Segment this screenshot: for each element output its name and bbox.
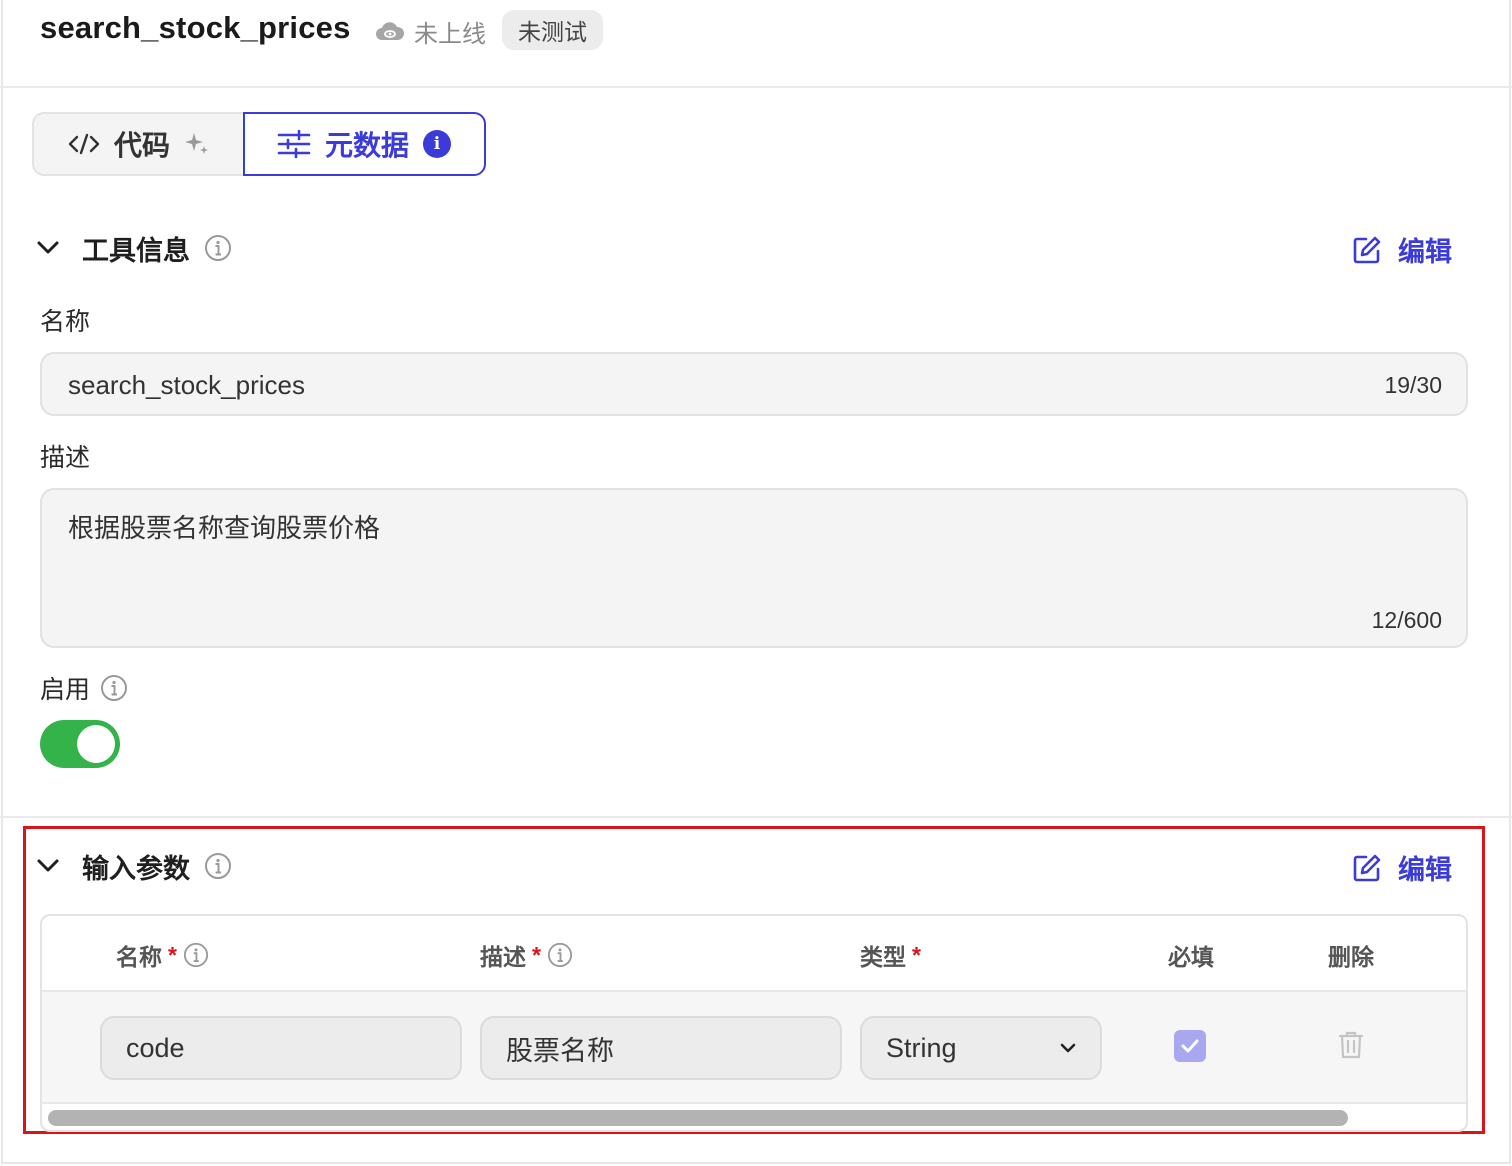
- table-header: 名称 * 描述 * 类型 * 必填 删除: [42, 916, 1466, 992]
- section-divider: [0, 816, 1512, 818]
- description-field[interactable]: 根据股票名称查询股票价格 12/600: [40, 488, 1468, 648]
- toggle-knob: [77, 725, 115, 763]
- trash-icon[interactable]: [1338, 1030, 1364, 1060]
- page-header: search_stock_prices 未上线 未测试: [0, 0, 1512, 88]
- description-label: 描述: [40, 444, 91, 472]
- description-char-count: 12/600: [1371, 607, 1442, 633]
- name-label: 名称: [40, 308, 91, 336]
- tool-info-edit-button[interactable]: 编辑: [1352, 230, 1452, 269]
- test-status-badge: 未测试: [502, 10, 603, 50]
- required-mark: *: [532, 941, 541, 968]
- tool-title: search_stock_prices: [40, 10, 351, 45]
- input-params-edit-button[interactable]: 编辑: [1352, 848, 1452, 887]
- deploy-status: 未上线: [374, 14, 486, 49]
- param-type-value: String: [886, 1032, 957, 1063]
- column-header-name: 名称 *: [116, 938, 209, 972]
- info-icon[interactable]: [204, 852, 232, 880]
- required-mark: *: [912, 941, 921, 968]
- cloud-icon: [374, 20, 406, 44]
- chevron-down-icon[interactable]: [36, 854, 60, 878]
- name-field[interactable]: search_stock_prices 19/30: [40, 352, 1468, 416]
- param-description-input[interactable]: 股票名称: [480, 1016, 842, 1080]
- info-icon[interactable]: [204, 234, 232, 262]
- table-row: code 股票名称 String: [42, 992, 1466, 1104]
- info-icon[interactable]: [547, 942, 573, 968]
- column-name-label: 名称: [116, 944, 162, 970]
- edit-icon: [1352, 235, 1382, 265]
- column-header-type: 类型 *: [860, 938, 921, 972]
- input-params-header[interactable]: 输入参数: [36, 844, 232, 888]
- enable-toggle[interactable]: [40, 720, 120, 768]
- param-name-input[interactable]: code: [100, 1016, 462, 1080]
- enable-label-row: 启用: [40, 670, 128, 706]
- tool-info-edit-label: 编辑: [1398, 237, 1452, 267]
- tab-metadata[interactable]: 元数据 i: [243, 112, 486, 176]
- column-required-label: 必填: [1168, 944, 1214, 970]
- column-header-required: 必填: [1168, 938, 1214, 972]
- input-params-title: 输入参数: [82, 853, 190, 884]
- param-required-checkbox[interactable]: [1174, 1030, 1206, 1062]
- description-value: 根据股票名称查询股票价格: [68, 513, 381, 543]
- required-mark: *: [168, 941, 177, 968]
- sliders-icon: [277, 129, 311, 159]
- tool-info-title: 工具信息: [82, 235, 190, 266]
- check-icon: [1181, 1039, 1199, 1053]
- input-params-edit-label: 编辑: [1398, 855, 1452, 885]
- tool-info-header[interactable]: 工具信息: [36, 226, 232, 270]
- column-delete-label: 删除: [1328, 944, 1374, 970]
- params-table: 名称 * 描述 * 类型 * 必填 删除 code 股票名称 String: [40, 914, 1468, 1132]
- deploy-status-text: 未上线: [414, 21, 486, 48]
- tab-code[interactable]: 代码: [32, 112, 243, 176]
- info-badge-icon: i: [423, 130, 452, 158]
- tab-code-label: 代码: [114, 130, 171, 161]
- info-icon[interactable]: [183, 942, 209, 968]
- tab-metadata-label: 元数据: [325, 130, 410, 161]
- edit-icon: [1352, 853, 1382, 883]
- column-type-label: 类型: [860, 944, 906, 970]
- column-header-description: 描述 *: [480, 938, 573, 972]
- chevron-down-icon[interactable]: [36, 236, 60, 260]
- enable-label: 启用: [40, 676, 91, 704]
- code-icon: [68, 132, 100, 156]
- param-type-select[interactable]: String: [860, 1016, 1102, 1080]
- column-desc-label: 描述: [480, 944, 526, 970]
- name-char-count: 19/30: [1384, 372, 1442, 398]
- chevron-down-icon: [1058, 1038, 1078, 1058]
- name-value: search_stock_prices: [68, 370, 305, 400]
- column-header-delete: 删除: [1328, 938, 1374, 972]
- info-icon[interactable]: [100, 674, 128, 702]
- tab-bar: 代码 元数据 i: [32, 112, 486, 176]
- sparkle-icon: [184, 131, 210, 157]
- horizontal-scrollbar[interactable]: [48, 1110, 1348, 1126]
